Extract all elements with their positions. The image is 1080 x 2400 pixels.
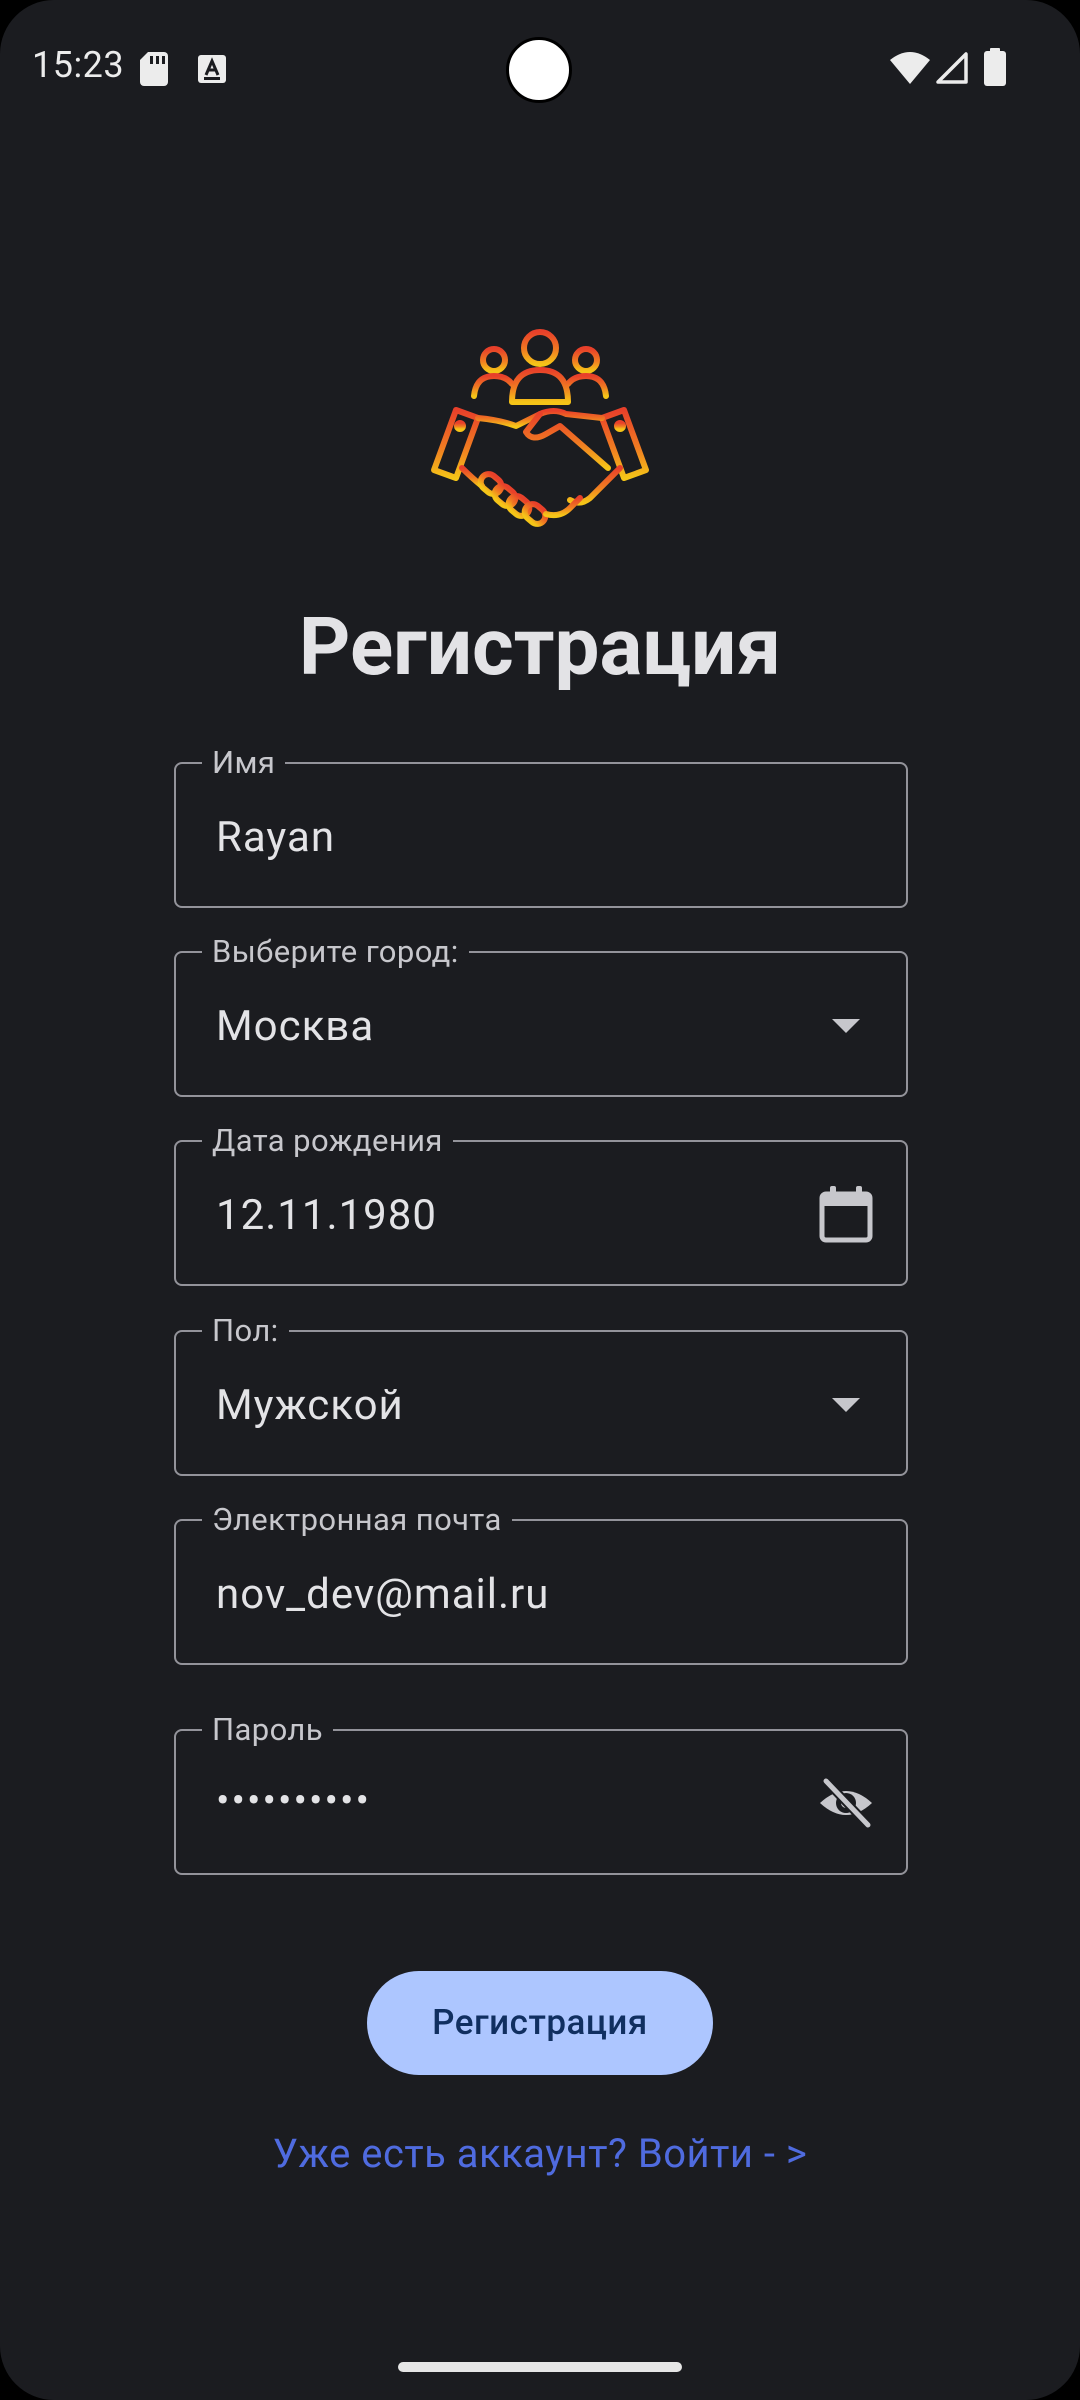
page-title: Регистрация xyxy=(298,600,782,694)
battery-icon xyxy=(984,48,1006,86)
status-time: 15:23 xyxy=(32,44,125,86)
email-field-label: Электронная почта xyxy=(202,1503,512,1537)
login-link[interactable]: Уже есть аккаунт? Войти - > xyxy=(0,2130,1080,2177)
gender-dropdown-value[interactable]: Мужской xyxy=(216,1382,404,1430)
signal-icon xyxy=(936,52,968,84)
keyboard-a-icon xyxy=(198,55,226,83)
city-dropdown[interactable]: Выберите город: Москва xyxy=(174,935,908,1097)
calendar-icon[interactable] xyxy=(816,1184,876,1244)
handshake-team-icon xyxy=(431,329,649,527)
sd-card-icon xyxy=(140,52,168,86)
status-bar: 15:23 xyxy=(0,0,1080,140)
name-field[interactable]: Имя Rayan xyxy=(174,746,908,908)
email-field[interactable]: Электронная почта nov_dev@mail.ru xyxy=(174,1503,908,1665)
email-field-value[interactable]: nov_dev@mail.ru xyxy=(216,1571,549,1619)
gender-dropdown-label: Пол: xyxy=(202,1314,289,1348)
home-indicator[interactable] xyxy=(398,2362,682,2372)
birth-date-label: Дата рождения xyxy=(202,1124,453,1158)
password-field-label: Пароль xyxy=(202,1713,333,1747)
dropdown-arrow-icon[interactable] xyxy=(816,995,876,1055)
name-field-value[interactable]: Rayan xyxy=(216,814,335,862)
password-field-value[interactable]: •••••••••• xyxy=(216,1777,371,1825)
wifi-icon xyxy=(890,52,930,84)
dropdown-arrow-icon[interactable] xyxy=(816,1374,876,1434)
birth-date-value[interactable]: 12.11.1980 xyxy=(216,1192,437,1240)
visibility-off-icon[interactable] xyxy=(816,1773,876,1833)
gender-dropdown[interactable]: Пол: Мужской xyxy=(174,1314,908,1476)
register-button[interactable]: Регистрация xyxy=(367,1971,713,2075)
city-dropdown-label: Выберите город: xyxy=(202,935,469,969)
password-field[interactable]: Пароль •••••••••• xyxy=(174,1713,908,1875)
city-dropdown-value[interactable]: Москва xyxy=(216,1003,374,1051)
name-field-label: Имя xyxy=(202,746,286,780)
birth-date-field[interactable]: Дата рождения 12.11.1980 xyxy=(174,1124,908,1286)
front-camera xyxy=(506,37,572,103)
registration-screen: 15:23 Регистрация Имя Rayan Выберите гор… xyxy=(0,0,1080,2400)
